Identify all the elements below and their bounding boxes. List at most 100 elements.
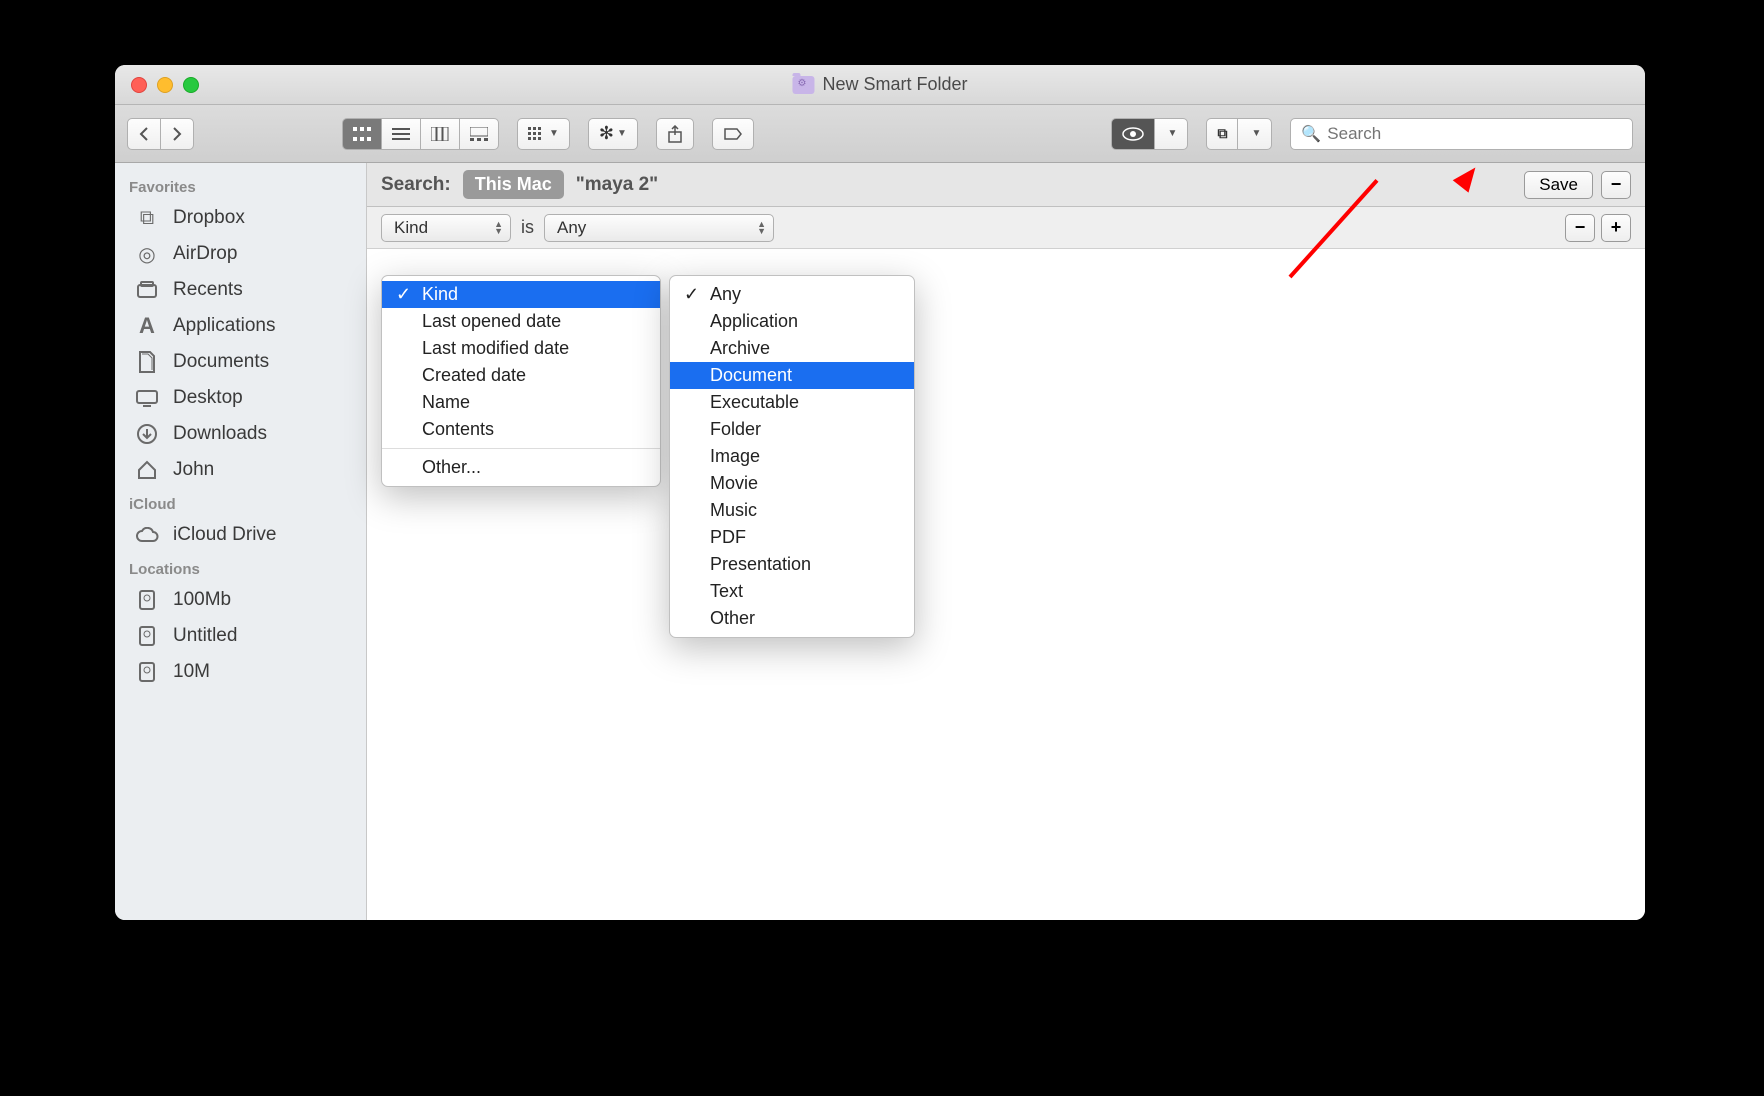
criteria-value-dropdown[interactable]: Any▲▼ xyxy=(544,214,774,242)
remove-search-button[interactable]: − xyxy=(1601,171,1631,199)
popup-item-application[interactable]: Application xyxy=(670,308,914,335)
popup-item-other[interactable]: Other xyxy=(670,605,914,632)
popup-item-last-opened[interactable]: Last opened date xyxy=(382,308,660,335)
gallery-icon xyxy=(470,127,488,141)
popup-item-any[interactable]: ✓Any xyxy=(670,281,914,308)
sidebar-item-applications[interactable]: A Applications xyxy=(115,308,366,344)
dropbox-menu-button[interactable]: ▼ xyxy=(1237,118,1272,150)
airdrop-icon: ◎ xyxy=(133,242,161,266)
popup-item-label: Music xyxy=(710,500,757,521)
sidebar-item-disk[interactable]: 10M xyxy=(115,654,366,690)
sidebar-item-airdrop[interactable]: ◎AirDrop xyxy=(115,236,366,272)
sidebar-heading-icloud: iCloud xyxy=(115,488,366,517)
titlebar: New Smart Folder xyxy=(115,65,1645,105)
value-popup: ✓Any Application Archive Document Execut… xyxy=(669,275,915,638)
column-view-button[interactable] xyxy=(420,118,460,150)
window-title: New Smart Folder xyxy=(822,74,967,95)
tags-button[interactable] xyxy=(712,118,754,150)
stepper-icon: ▲▼ xyxy=(494,221,502,235)
quick-look-button[interactable] xyxy=(1111,118,1155,150)
sidebar-item-disk[interactable]: 100Mb xyxy=(115,582,366,618)
popup-item-label: Image xyxy=(710,446,760,467)
home-icon xyxy=(133,458,161,482)
sidebar-item-disk[interactable]: Untitled xyxy=(115,618,366,654)
criteria-attribute-dropdown[interactable]: Kind▲▼ xyxy=(381,214,511,242)
search-field[interactable]: 🔍 xyxy=(1290,118,1633,150)
popup-item-music[interactable]: Music xyxy=(670,497,914,524)
sidebar-item-desktop[interactable]: Desktop xyxy=(115,380,366,416)
sidebar-item-home[interactable]: John xyxy=(115,452,366,488)
list-icon xyxy=(392,127,410,141)
popup-item-text[interactable]: Text xyxy=(670,578,914,605)
chevron-down-icon: ▼ xyxy=(549,128,559,139)
popup-item-presentation[interactable]: Presentation xyxy=(670,551,914,578)
sidebar-heading-locations: Locations xyxy=(115,553,366,582)
maximize-window-button[interactable] xyxy=(183,77,199,93)
group-by-button[interactable]: ▼ xyxy=(517,118,570,150)
popup-item-last-modified[interactable]: Last modified date xyxy=(382,335,660,362)
close-window-button[interactable] xyxy=(131,77,147,93)
share-button[interactable] xyxy=(656,118,694,150)
popup-item-label: PDF xyxy=(710,527,746,548)
quick-look-menu-button[interactable]: ▼ xyxy=(1154,118,1189,150)
dropbox-control: ⧉ ▼ xyxy=(1206,118,1272,150)
sidebar-item-label: John xyxy=(173,459,214,481)
remove-criteria-button[interactable]: − xyxy=(1565,214,1595,242)
sidebar-item-label: Documents xyxy=(173,351,269,373)
documents-icon xyxy=(133,350,161,374)
add-criteria-button[interactable]: + xyxy=(1601,214,1631,242)
popup-item-created[interactable]: Created date xyxy=(382,362,660,389)
popup-item-kind[interactable]: ✓Kind xyxy=(382,281,660,308)
eye-icon xyxy=(1122,127,1144,141)
search-scope-bar: Search: This Mac "maya 2" Save − xyxy=(367,163,1645,207)
popup-item-document[interactable]: Document xyxy=(670,362,914,389)
title-area: New Smart Folder xyxy=(792,74,967,95)
popup-item-contents[interactable]: Contents xyxy=(382,416,660,443)
popup-item-movie[interactable]: Movie xyxy=(670,470,914,497)
popup-item-label: Last opened date xyxy=(422,311,561,332)
window-body: Favorites ⧉Dropbox ◎AirDrop Recents AApp… xyxy=(115,163,1645,920)
share-icon xyxy=(667,125,683,143)
popup-item-label: Movie xyxy=(710,473,758,494)
gallery-view-button[interactable] xyxy=(459,118,499,150)
scope-folder[interactable]: "maya 2" xyxy=(576,174,658,196)
popup-item-name[interactable]: Name xyxy=(382,389,660,416)
popup-item-archive[interactable]: Archive xyxy=(670,335,914,362)
smart-folder-icon xyxy=(792,76,814,94)
popup-item-label: Contents xyxy=(422,419,494,440)
search-input[interactable] xyxy=(1327,124,1622,144)
chevron-down-icon: ▼ xyxy=(1251,128,1261,139)
popup-item-image[interactable]: Image xyxy=(670,443,914,470)
attribute-popup: ✓Kind Last opened date Last modified dat… xyxy=(381,275,661,487)
popup-item-label: Application xyxy=(710,311,798,332)
scope-this-mac[interactable]: This Mac xyxy=(463,170,564,199)
icon-view-button[interactable] xyxy=(342,118,382,150)
sidebar-item-downloads[interactable]: Downloads xyxy=(115,416,366,452)
dropbox-icon: ⧉ xyxy=(1217,125,1227,142)
columns-icon xyxy=(431,127,449,141)
sidebar-item-documents[interactable]: Documents xyxy=(115,344,366,380)
sidebar-item-recents[interactable]: Recents xyxy=(115,272,366,308)
chevron-down-icon: ▼ xyxy=(1168,128,1178,139)
dropbox-button[interactable]: ⧉ xyxy=(1206,118,1238,150)
popup-item-pdf[interactable]: PDF xyxy=(670,524,914,551)
sidebar-item-icloud-drive[interactable]: iCloud Drive xyxy=(115,517,366,553)
sidebar-item-label: Downloads xyxy=(173,423,267,445)
dropbox-icon: ⧉ xyxy=(133,206,161,230)
sidebar-item-dropbox[interactable]: ⧉Dropbox xyxy=(115,200,366,236)
list-view-button[interactable] xyxy=(381,118,421,150)
back-button[interactable] xyxy=(127,118,161,150)
applications-icon: A xyxy=(133,314,161,338)
sidebar-item-label: Applications xyxy=(173,315,275,337)
popup-item-executable[interactable]: Executable xyxy=(670,389,914,416)
popup-item-other[interactable]: Other... xyxy=(382,454,660,481)
save-button[interactable]: Save xyxy=(1524,171,1593,199)
forward-button[interactable] xyxy=(160,118,194,150)
popup-item-folder[interactable]: Folder xyxy=(670,416,914,443)
minimize-window-button[interactable] xyxy=(157,77,173,93)
minus-icon: − xyxy=(1611,174,1622,195)
popup-item-label: Last modified date xyxy=(422,338,569,359)
action-button[interactable]: ✻▼ xyxy=(588,118,638,150)
sidebar-item-label: 100Mb xyxy=(173,589,231,611)
stepper-icon: ▲▼ xyxy=(757,221,765,235)
